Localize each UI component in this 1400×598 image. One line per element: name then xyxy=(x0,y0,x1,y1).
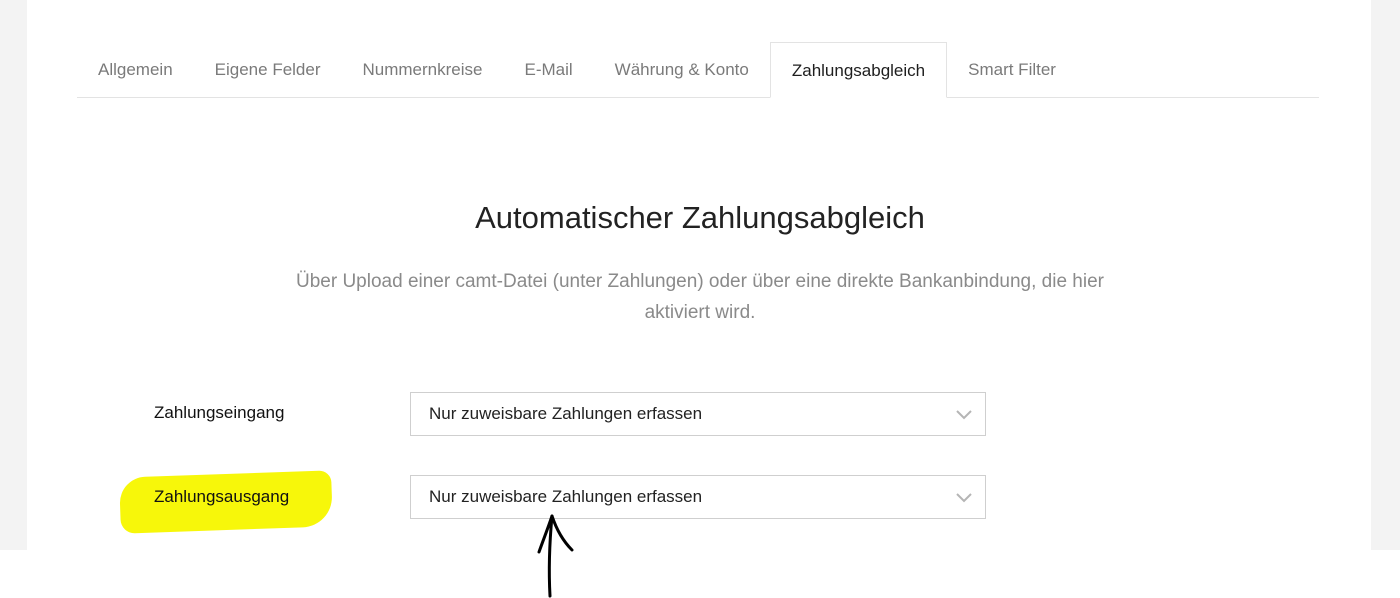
section-title: Automatischer Zahlungsabgleich xyxy=(475,200,925,235)
tab-email[interactable]: E-Mail xyxy=(503,42,593,97)
zahlungseingang-select[interactable]: Nur zuweisbare Zahlungen erfassen xyxy=(410,392,986,436)
tab-nummernkreise[interactable]: Nummernkreise xyxy=(342,42,504,97)
settings-tabs: Allgemein Eigene Felder Nummernkreise E-… xyxy=(77,42,1319,98)
arrow-up-annotation-icon xyxy=(537,514,574,598)
tab-smart-filter[interactable]: Smart Filter xyxy=(947,42,1077,97)
page-background-right xyxy=(1371,0,1400,550)
zahlungsausgang-label: Zahlungsausgang xyxy=(154,487,290,506)
zahlungseingang-select-value: Nur zuweisbare Zahlungen erfassen xyxy=(429,404,703,423)
tab-zahlungsabgleich[interactable]: Zahlungsabgleich xyxy=(769,42,948,98)
section-description: Über Upload einer camt-Datei (unter Zahl… xyxy=(296,271,1104,323)
tab-eigene-felder[interactable]: Eigene Felder xyxy=(194,42,342,97)
zahlungsausgang-select[interactable]: Nur zuweisbare Zahlungen erfassen xyxy=(410,475,986,519)
chevron-down-icon xyxy=(956,410,972,420)
page-background-left xyxy=(0,0,27,550)
chevron-down-icon xyxy=(956,493,972,503)
tab-allgemein[interactable]: Allgemein xyxy=(77,42,194,97)
zahlungseingang-label: Zahlungseingang xyxy=(154,403,285,422)
tab-waehrung-konto[interactable]: Währung & Konto xyxy=(594,42,770,97)
